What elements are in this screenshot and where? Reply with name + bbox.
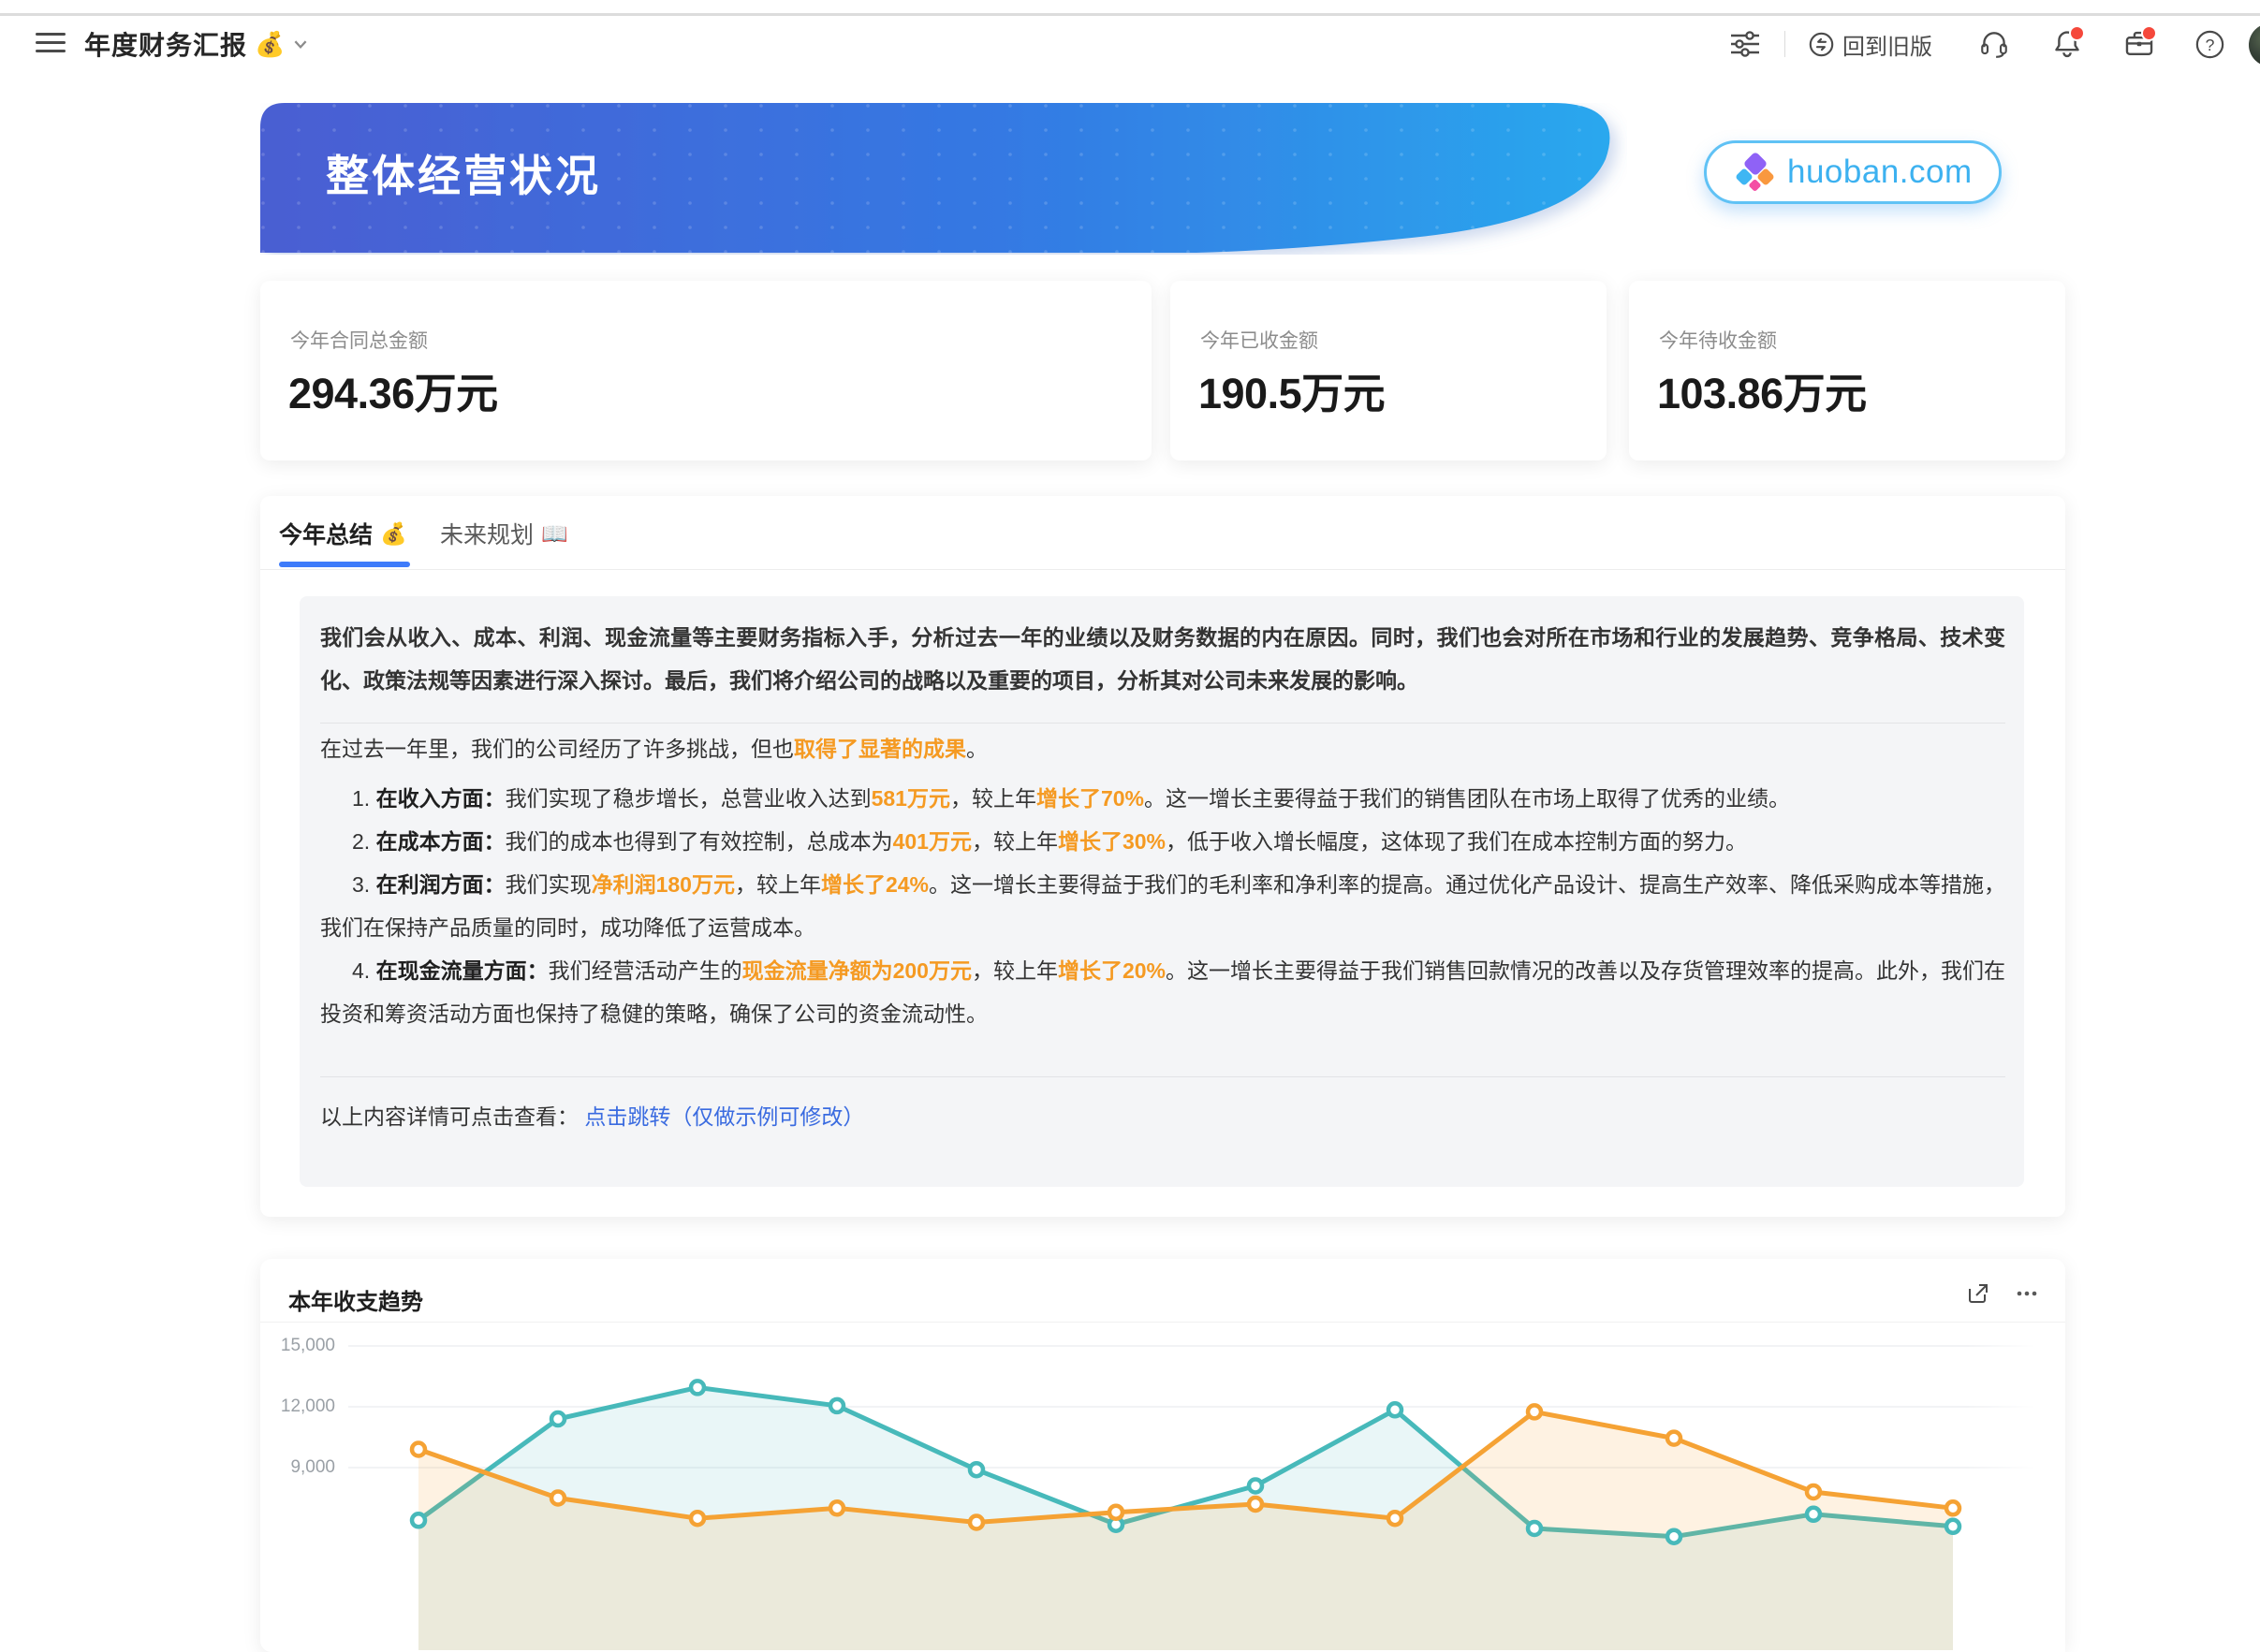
huoban-logo-text: huoban.com [1787, 154, 1973, 191]
moneybag-emoji-icon: 💰 [380, 521, 407, 547]
tab-label: 今年总结 [279, 517, 373, 550]
back-to-old-version-label: 回到旧版 [1842, 28, 1932, 61]
page: { "topbar": { "title": "年度财务汇报", "title_… [0, 0, 2260, 1471]
metric-label: 今年待收金额 [1659, 326, 1777, 354]
topbar-divider [1784, 31, 1785, 57]
metric-card-received: 今年已收金额 190.5万元 [1170, 281, 1607, 461]
metric-label: 今年已收金额 [1200, 326, 1318, 354]
top-bar: 年度财务汇报 💰 回到旧版 [0, 16, 2260, 74]
jump-link[interactable]: 点击跳转（仅做示例可修改） [584, 1104, 864, 1129]
divider [260, 569, 2065, 570]
tab-future-plan[interactable]: 未来规划 📖 [440, 517, 568, 550]
summary-item-3: 3. 在利润方面：我们实现净利润180万元，较上年增长了24%。这一增长主要得益… [320, 863, 2005, 949]
huoban-logo-icon [1735, 153, 1774, 192]
workspace-briefcase-icon[interactable] [2122, 27, 2156, 61]
summary-item-1: 1. 在收入方面：我们实现了稳步增长，总营业收入达到581万元，较上年增长了70… [320, 777, 2005, 820]
chart-title: 本年收支趋势 [288, 1283, 423, 1316]
document-title-dropdown[interactable]: 年度财务汇报 💰 [84, 23, 309, 65]
summary-item-2: 2. 在成本方面：我们的成本也得到了有效控制，总成本为401万元，较上年增长了3… [320, 820, 2005, 863]
chevron-down-icon[interactable] [292, 36, 309, 52]
lead-prefix: 在过去一年里，我们的公司经历了许多挑战，但也 [320, 737, 794, 761]
metric-label: 今年合同总金额 [290, 326, 428, 354]
summary-item-4: 4. 在现金流量方面：我们经营活动产生的现金流量净额为200万元，较上年增长了2… [320, 949, 2005, 1035]
divider [320, 1076, 2005, 1077]
metric-value: 103.86万元 [1657, 359, 1867, 420]
switch-version-icon [1809, 32, 1834, 57]
user-avatar[interactable] [2249, 23, 2260, 66]
help-glyph: ? [2205, 36, 2214, 54]
open-fullscreen-icon[interactable] [1966, 1281, 1990, 1306]
summary-list: 1. 在收入方面：我们实现了稳步增长，总营业收入达到581万元，较上年增长了70… [320, 777, 2005, 1035]
trend-chart-svg [260, 1322, 2065, 1652]
metric-value: 294.36万元 [288, 359, 498, 420]
display-settings-icon[interactable] [1728, 27, 1762, 61]
book-emoji-icon: 📖 [541, 521, 568, 547]
lead-highlight: 取得了显著的成果 [794, 737, 966, 761]
chart-right-fade [1966, 1323, 2065, 1652]
back-to-old-version-button[interactable]: 回到旧版 [1809, 23, 1932, 65]
trend-chart-card: 本年收支趋势 15,00012,0009,000 [260, 1259, 2065, 1652]
summary-footer: 以上内容详情可点击查看： 点击跳转（仅做示例可修改） [320, 1095, 864, 1138]
tab-label: 未来规划 [440, 517, 534, 550]
footer-label: 以上内容详情可点击查看： [320, 1104, 579, 1129]
notifications-bell-icon[interactable] [2050, 27, 2084, 61]
summary-lead: 在过去一年里，我们的公司经历了许多挑战，但也取得了显著的成果。 [320, 727, 2005, 770]
help-icon[interactable]: ? [2193, 27, 2226, 61]
divider [320, 723, 2005, 724]
tab-this-year-summary[interactable]: 今年总结 💰 [279, 517, 407, 550]
banner-title: 整体经营状况 [326, 142, 601, 204]
summary-intro: 我们会从收入、成本、利润、现金流量等主要财务指标入手，分析过去一年的业绩以及财务… [320, 616, 2005, 702]
huoban-logo-badge[interactable]: huoban.com [1704, 140, 2002, 204]
lead-suffix: 。 [966, 737, 988, 761]
metric-card-pending: 今年待收金额 103.86万元 [1629, 281, 2065, 461]
workspace-badge [2141, 25, 2157, 41]
notification-badge [2069, 25, 2085, 41]
page-title: 年度财务汇报 [84, 25, 247, 63]
metric-card-contract-total: 今年合同总金额 294.36万元 [260, 281, 1152, 461]
menu-icon[interactable] [36, 33, 66, 53]
summary-card: 今年总结 💰 未来规划 📖 我们会从收入、成本、利润、现金流量等主要财务指标入手… [260, 496, 2065, 1217]
summary-content-box: 我们会从收入、成本、利润、现金流量等主要财务指标入手，分析过去一年的业绩以及财务… [300, 596, 2024, 1187]
active-tab-indicator [279, 562, 410, 567]
more-options-icon[interactable] [2015, 1281, 2039, 1306]
moneybag-emoji-icon: 💰 [255, 30, 285, 59]
support-headset-icon[interactable] [1977, 27, 2011, 61]
metric-value: 190.5万元 [1198, 359, 1385, 420]
